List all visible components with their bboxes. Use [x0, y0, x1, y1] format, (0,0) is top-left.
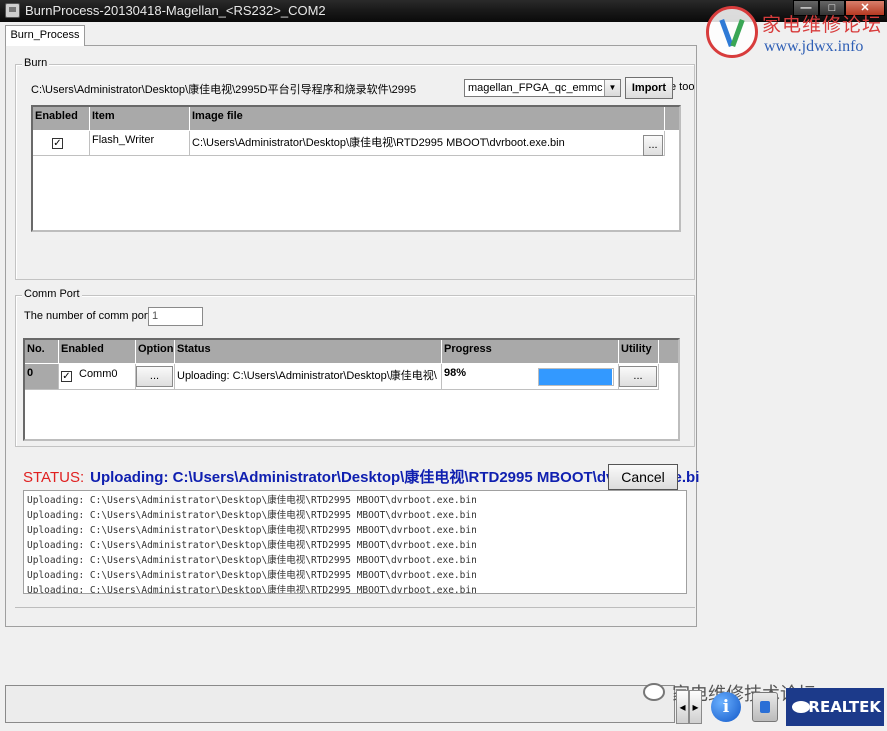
wechat-icon — [643, 683, 665, 701]
progress-bar — [538, 368, 614, 386]
col-utility: Utility — [619, 340, 659, 364]
burn-group-title: Burn — [22, 57, 50, 69]
comm-count-input[interactable]: 1 — [148, 307, 203, 326]
image-file-browse-button[interactable]: ... — [643, 135, 663, 156]
cancel-button[interactable]: Cancel — [608, 464, 678, 490]
row-no-cell: 0 — [25, 364, 59, 390]
col-item: Item — [90, 107, 190, 131]
realtek-logo: REALTEK — [786, 688, 884, 726]
profile-select-value: magellan_FPGA_qc_emmc — [468, 82, 603, 94]
enabled-checkbox[interactable]: ✓ — [52, 138, 63, 149]
info-icon[interactable]: i — [711, 692, 741, 722]
row-progress-cell: 98% — [442, 364, 619, 390]
row-image-file-cell[interactable]: C:\Users\Administrator\Desktop\康佳电视\RTD2… — [190, 131, 665, 156]
col-progress: Progress — [442, 340, 619, 364]
col-no: No. — [25, 340, 59, 364]
watermark-logo — [706, 6, 758, 58]
nav-right-button[interactable]: ▸ — [689, 690, 702, 724]
col-status: Status — [175, 340, 442, 364]
progress-bar-fill — [539, 369, 612, 385]
status-line: STATUS: Uploading: C:\Users\Administrator… — [23, 466, 699, 486]
row-utility-cell: ... — [619, 364, 659, 390]
port-name: Comm0 — [79, 368, 118, 380]
watermark-url: www.jdwx.info — [764, 38, 864, 55]
comm-port-grid: No. Enabled Option Status Progress Utili… — [23, 338, 680, 441]
col-enabled: Enabled — [33, 107, 90, 131]
comm-count-label: The number of comm port — [24, 310, 151, 322]
option-button[interactable]: ... — [136, 366, 173, 387]
device-icon[interactable] — [752, 692, 778, 722]
port-enabled-checkbox[interactable]: ✓ — [61, 371, 72, 382]
nav-left-button[interactable]: ◂ — [676, 690, 689, 724]
log-line: Uploading: C:\Users\Administrator\Deskto… — [27, 495, 477, 506]
log-line: Uploading: C:\Users\Administrator\Deskto… — [27, 585, 477, 594]
burn-item-grid: Enabled Item Image file ✓ Flash_Writer C… — [31, 105, 681, 232]
window-title: BurnProcess-20130418-Magellan_<RS232>_CO… — [25, 3, 326, 18]
realtek-label: REALTEK — [808, 698, 881, 716]
col-image-file: Image file — [190, 107, 665, 131]
log-line: Uploading: C:\Users\Administrator\Deskto… — [27, 525, 477, 536]
comm-port-group-title: Comm Port — [22, 288, 82, 300]
profile-select[interactable]: magellan_FPGA_qc_emmc ▼ — [464, 79, 621, 97]
log-output[interactable]: Uploading: C:\Users\Administrator\Deskto… — [23, 490, 687, 594]
row-enabled-cell: ✓ — [33, 131, 90, 156]
log-line: Uploading: C:\Users\Administrator\Deskto… — [27, 570, 477, 581]
utility-button[interactable]: ... — [619, 366, 657, 387]
progress-text: 98% — [444, 367, 467, 379]
burn-path-label: C:\Users\Administrator\Desktop\康佳电视\2995… — [31, 84, 417, 96]
row-status-cell: Uploading: C:\Users\Administrator\Deskto… — [175, 364, 442, 390]
col-option: Option — [136, 340, 175, 364]
col-filler — [665, 107, 679, 131]
chevron-down-icon[interactable]: ▼ — [604, 80, 620, 96]
app-icon — [5, 3, 20, 18]
log-line: Uploading: C:\Users\Administrator\Deskto… — [27, 540, 477, 551]
import-button[interactable]: Import — [625, 77, 673, 99]
burn-path-suffix: e too — [670, 81, 695, 93]
tab-burn-process[interactable]: Burn_Process — [5, 25, 85, 46]
row-item-cell: Flash_Writer — [90, 131, 190, 156]
image-file-path: C:\Users\Administrator\Desktop\康佳电视\RTD2… — [192, 137, 565, 149]
row-enabled-cell: ✓ Comm0 — [59, 364, 136, 390]
row-option-cell: ... — [136, 364, 175, 390]
col-enabled: Enabled — [59, 340, 136, 364]
log-line: Uploading: C:\Users\Administrator\Deskto… — [27, 510, 477, 521]
col-filler — [659, 340, 678, 364]
realtek-crab-icon — [792, 701, 810, 713]
status-label: STATUS: — [23, 469, 85, 486]
divider — [15, 607, 695, 608]
watermark-site-name: 家电维修论坛 — [762, 14, 883, 36]
window-background — [698, 60, 887, 680]
status-bar — [5, 685, 675, 723]
log-line: Uploading: C:\Users\Administrator\Deskto… — [27, 555, 477, 566]
